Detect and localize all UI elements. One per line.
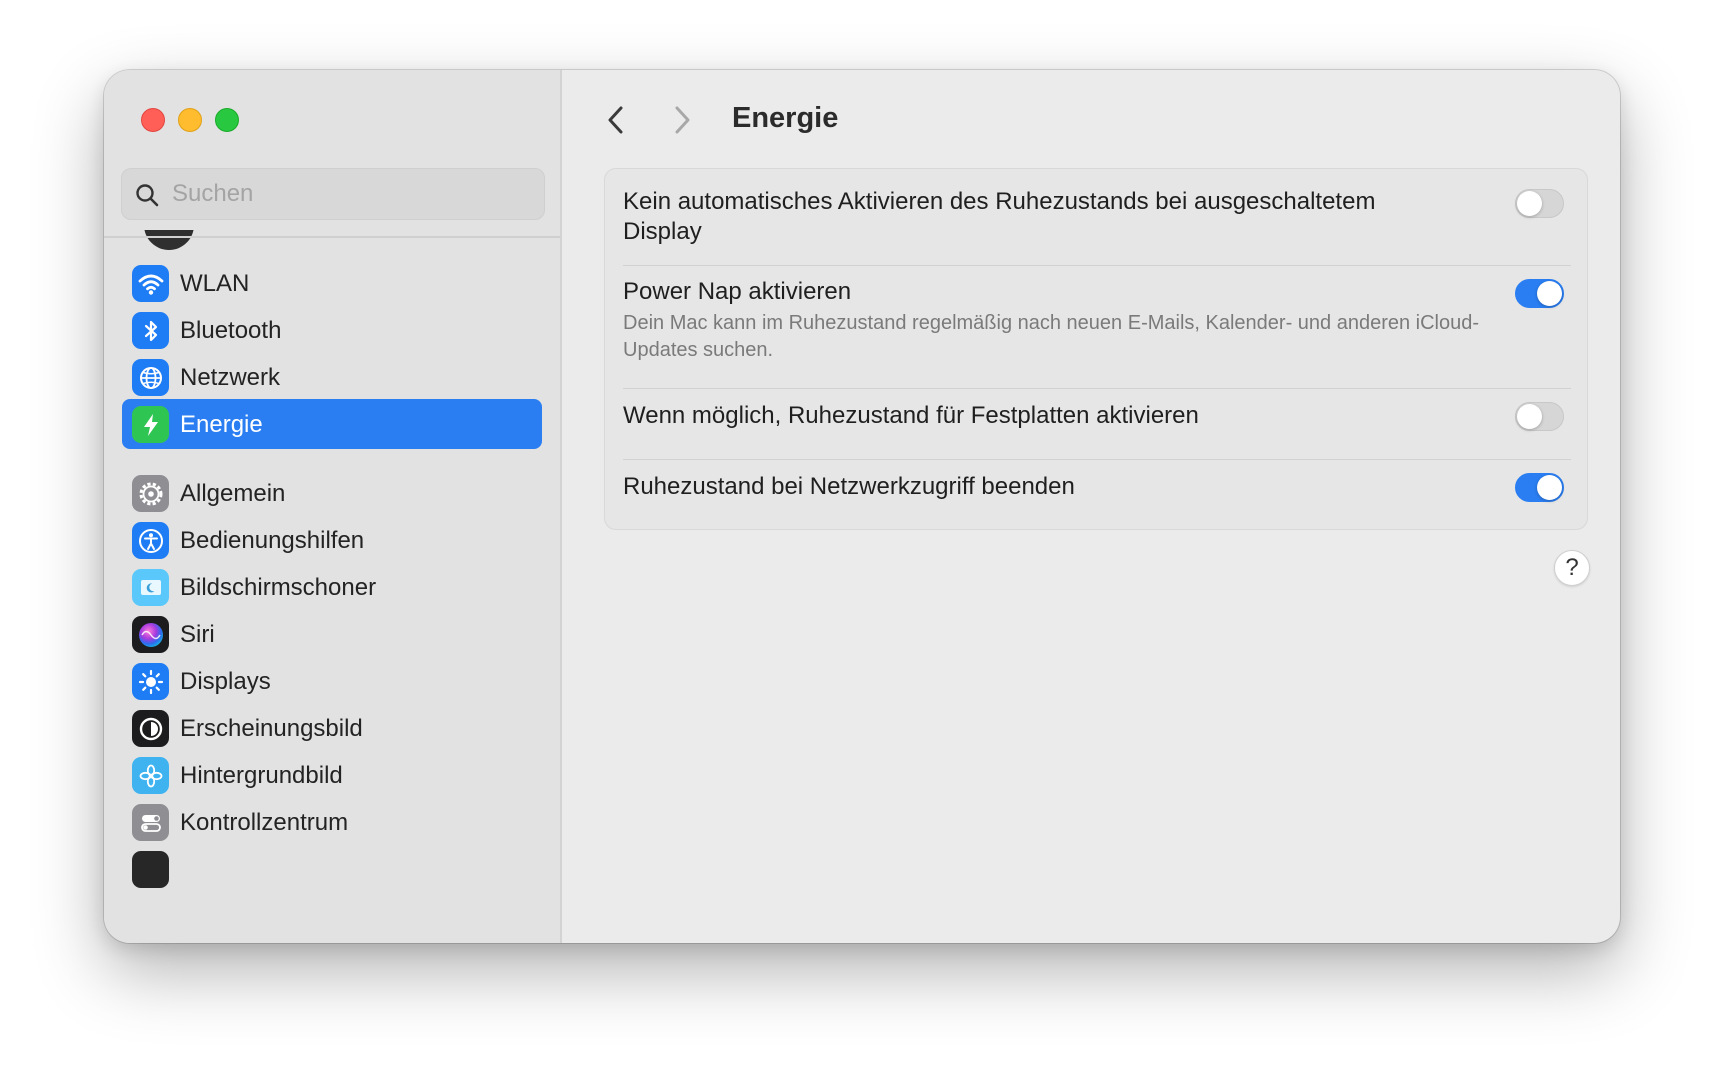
settings-group: Kein automatisches Aktivieren des Ruhezu… — [604, 168, 1588, 530]
sidebar: WLAN Bluetooth — [104, 70, 562, 943]
setting-label: Wenn möglich, Ruhezustand für Festplatte… — [623, 402, 1199, 429]
minimize-window-button[interactable] — [178, 108, 202, 132]
sidebar-item-energie[interactable]: Energie — [122, 399, 542, 449]
help-button[interactable]: ? — [1554, 550, 1590, 586]
main-panel: Energie Kein automatisches Aktivieren de… — [564, 70, 1620, 943]
search-field[interactable] — [121, 168, 545, 220]
sidebar-item-label: Erscheinungsbild — [180, 715, 363, 742]
setting-row-disk-sleep: Wenn möglich, Ruhezustand für Festplatte… — [623, 401, 1571, 431]
sidebar-item-label: Bluetooth — [180, 317, 282, 344]
sidebar-item-label: Hintergrundbild — [180, 762, 343, 789]
zoom-window-button[interactable] — [215, 108, 239, 132]
sidebar-item-kontrollzentrum[interactable]: Kontrollzentrum — [122, 797, 542, 847]
disk-sleep-toggle[interactable] — [1515, 402, 1564, 431]
sidebar-item-label: Energie — [180, 411, 263, 438]
power-nap-toggle[interactable] — [1515, 279, 1564, 308]
sidebar-item-netzwerk[interactable]: Netzwerk — [122, 352, 542, 402]
sidebar-item-allgemein[interactable]: Allgemein — [122, 468, 542, 518]
sidebar-item-label: Siri — [180, 621, 215, 648]
sidebar-item-label: Allgemein — [180, 480, 286, 507]
sidebar-item-label: Displays — [180, 668, 271, 695]
wifi-icon — [132, 265, 169, 302]
appearance-icon — [132, 710, 169, 747]
row-divider — [623, 265, 1571, 266]
globe-icon — [132, 359, 169, 396]
sidebar-item-label: WLAN — [180, 270, 250, 297]
sidebar-item-erscheinungsbild[interactable]: Erscheinungsbild — [122, 703, 542, 753]
sidebar-item-label: Bedienungshilfen — [180, 527, 365, 554]
setting-row-display-sleep: Kein automatisches Aktivieren des Ruhezu… — [623, 187, 1571, 247]
sidebar-item-bedienungshilfen[interactable]: Bedienungshilfen — [122, 515, 542, 565]
setting-description: Dein Mac kann im Ruhezustand regelmäßig … — [623, 312, 1480, 361]
close-window-button[interactable] — [141, 108, 165, 132]
sidebar-item-partial[interactable] — [122, 844, 542, 894]
sidebar-item-wlan[interactable]: WLAN — [122, 258, 542, 308]
sidebar-item-displays[interactable]: Displays — [122, 656, 542, 706]
partial-item-icon — [132, 851, 169, 888]
search-icon — [136, 184, 159, 207]
settings-window: WLAN Bluetooth — [104, 70, 1620, 943]
switches-icon — [132, 804, 169, 841]
sidebar-item-label: Netzwerk — [180, 364, 281, 391]
page-title: Energie — [732, 102, 839, 134]
sidebar-item-bluetooth[interactable]: Bluetooth — [122, 305, 542, 355]
setting-label: Power Nap aktivieren — [623, 278, 852, 305]
search-input[interactable] — [172, 169, 532, 219]
row-divider — [623, 459, 1571, 460]
sidebar-item-siri[interactable]: Siri — [122, 609, 542, 659]
row-divider — [623, 388, 1571, 389]
lightning-icon — [132, 406, 169, 443]
accessibility-icon — [132, 522, 169, 559]
sun-icon — [132, 663, 169, 700]
flower-icon — [132, 757, 169, 794]
gear-icon — [132, 475, 169, 512]
sidebar-item-label: Kontrollzentrum — [180, 809, 349, 836]
chevron-right-icon[interactable] — [668, 102, 696, 138]
setting-row-network-wake: Ruhezustand bei Netzwerkzugriff beenden — [623, 472, 1571, 502]
setting-label: Kein automatisches Aktivieren des Ruhezu… — [623, 188, 1376, 245]
bluetooth-icon — [132, 312, 169, 349]
display-sleep-toggle[interactable] — [1515, 189, 1564, 218]
network-wake-toggle[interactable] — [1515, 473, 1564, 502]
setting-label: Ruhezustand bei Netzwerkzugriff beenden — [623, 473, 1075, 500]
sidebar-item-bildschirmschoner[interactable]: Bildschirmschoner — [122, 562, 542, 612]
screensaver-icon — [132, 569, 169, 606]
sidebar-divider — [104, 236, 560, 238]
siri-icon — [132, 616, 169, 653]
chevron-left-icon[interactable] — [602, 102, 630, 138]
sidebar-item-label: Bildschirmschoner — [180, 574, 377, 601]
setting-row-power-nap: Power Nap aktivieren Dein Mac kann im Ru… — [623, 277, 1571, 364]
sidebar-item-hintergrundbild[interactable]: Hintergrundbild — [122, 750, 542, 800]
